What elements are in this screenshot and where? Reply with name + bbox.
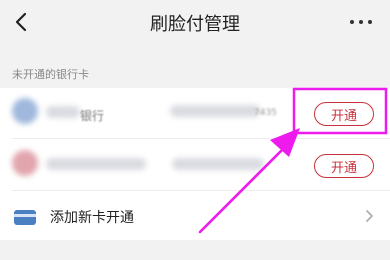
activate-button[interactable]: 开通: [314, 102, 374, 126]
section-header-unactivated-cards: 未开通的银行卡: [12, 68, 89, 81]
bank-logo-icon: [12, 150, 38, 176]
divider: [12, 190, 390, 191]
divider: [12, 138, 390, 139]
more-horizontal-icon: [350, 20, 354, 24]
masked-bank-name: [46, 106, 80, 118]
bank-card-icon: [14, 210, 36, 225]
more-button[interactable]: [344, 12, 378, 32]
add-card-row[interactable]: 添加新卡开通: [0, 193, 390, 241]
activate-button[interactable]: 开通: [314, 154, 374, 178]
card-number-tail: 7435: [254, 108, 277, 118]
nav-bar: 刷脸付管理: [0, 0, 390, 46]
bank-card-row[interactable]: 开通: [0, 140, 390, 188]
bank-logo-icon: [12, 98, 38, 124]
masked-bank-name: [46, 158, 146, 170]
bank-name: 银行: [80, 109, 105, 123]
masked-card-number: [172, 158, 264, 170]
bank-card-row[interactable]: 银行 7435 开通: [0, 88, 390, 136]
chevron-right-icon: [366, 210, 373, 222]
masked-card-number: [170, 105, 260, 117]
page-title: 刷脸付管理: [150, 14, 240, 35]
add-card-label: 添加新卡开通: [50, 210, 134, 226]
card-list: 银行 7435 开通 开通 添加新卡开通: [0, 88, 390, 240]
